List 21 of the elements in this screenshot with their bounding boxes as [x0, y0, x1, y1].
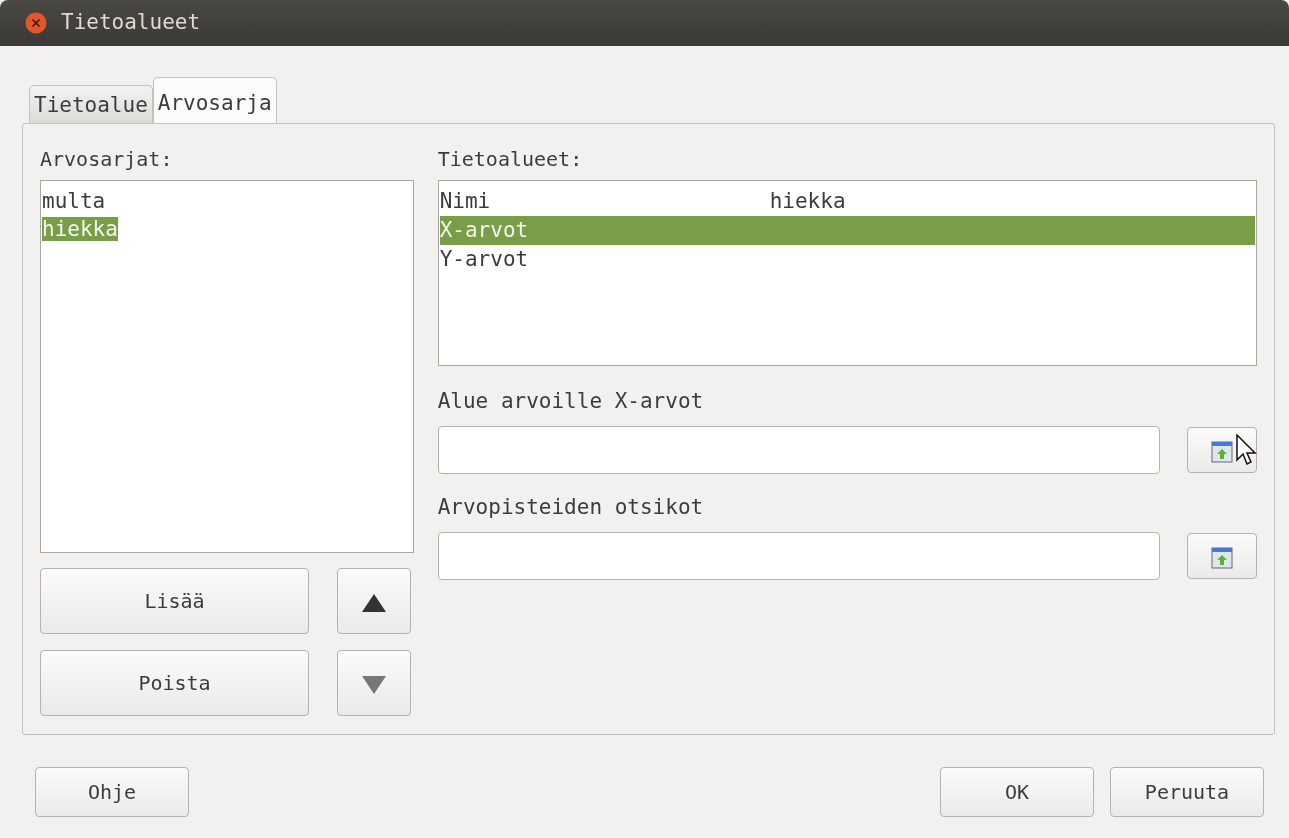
tab[interactable]: Tietoalue — [29, 85, 153, 123]
tab[interactable]: Arvosarja — [152, 77, 277, 123]
move-up-button[interactable] — [337, 568, 411, 634]
help-button[interactable]: Ohje — [35, 767, 189, 817]
list-label: Tietoalueet: — [437, 146, 584, 173]
select-range-button[interactable] — [1186, 533, 1257, 579]
list-row[interactable]: Y-arvot — [439, 245, 1255, 274]
list-item[interactable]: multa — [42, 189, 106, 213]
window-title: Tietoalueet — [61, 9, 201, 37]
cancel-button[interactable]: Peruuta — [1110, 767, 1264, 817]
select-range-button[interactable] — [1186, 427, 1257, 473]
range-input-field[interactable] — [437, 532, 1160, 580]
list-label: Arvosarjat: — [40, 146, 174, 173]
add-button[interactable]: Lisää — [40, 568, 309, 634]
range-input-field[interactable] — [437, 426, 1160, 474]
list-row[interactable]: Nimi hiekka — [439, 187, 1255, 216]
ok-button[interactable]: OK — [940, 767, 1094, 817]
field-label: Alue arvoille X-arvot — [437, 388, 705, 415]
close-icon[interactable] — [25, 12, 47, 34]
field-label: Arvopisteiden otsikot — [437, 494, 705, 521]
remove-button[interactable]: Poista — [40, 650, 309, 716]
